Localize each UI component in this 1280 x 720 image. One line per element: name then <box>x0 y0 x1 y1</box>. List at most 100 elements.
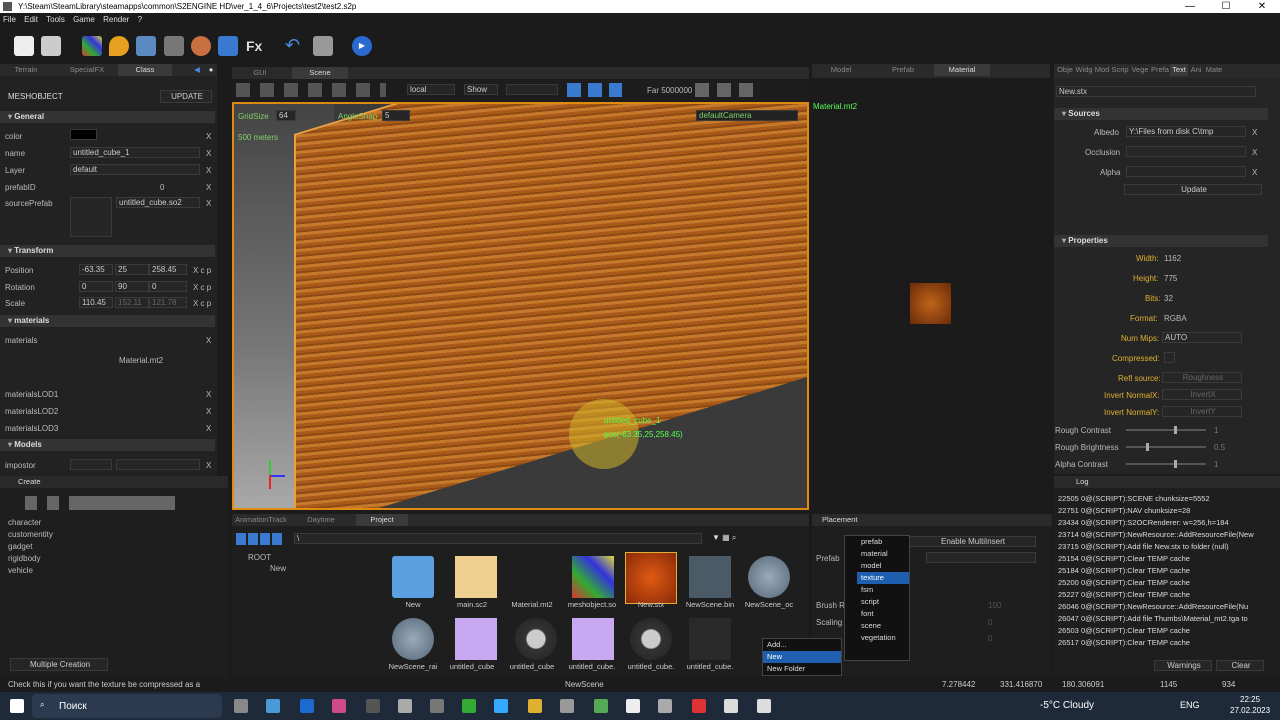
rotation-x[interactable]: 0 <box>79 281 113 292</box>
transform-tool-icons[interactable] <box>236 83 386 97</box>
layer-select[interactable]: default <box>70 164 200 175</box>
weather-label[interactable]: -5°C Cloudy <box>1040 700 1094 711</box>
menu-edit[interactable]: Edit <box>24 15 38 24</box>
update-button[interactable]: UPDATE <box>160 90 212 103</box>
submenu-material[interactable]: material <box>857 548 909 560</box>
filter-icon[interactable]: ▼ ▦ ⌕ <box>712 533 756 545</box>
scene-viewport[interactable]: GridSize 64 AngleSnap 5 500 meters defau… <box>232 102 809 510</box>
tab-material[interactable]: Material <box>934 64 990 76</box>
camera-select[interactable]: defaultCamera <box>696 110 798 121</box>
prefab-thumbnail[interactable] <box>70 197 112 237</box>
panel-close-icon[interactable]: ● <box>206 64 216 76</box>
section-general[interactable]: General <box>0 111 215 123</box>
section-models[interactable]: Models <box>0 439 215 451</box>
sourceprefab-field[interactable]: untitled_cube.so2 <box>116 197 200 208</box>
app-icon[interactable] <box>757 699 771 713</box>
scale-reset-icon[interactable]: X c p <box>193 299 211 308</box>
wheel-thumb[interactable] <box>515 618 557 660</box>
clear-impostor-icon[interactable]: X <box>206 461 211 470</box>
clear-occlusion-icon[interactable]: X <box>1252 148 1257 157</box>
selected-cube-mesh[interactable] <box>294 104 807 508</box>
language-label[interactable]: ENG <box>1180 700 1200 710</box>
submenu-fsm[interactable]: fsm <box>857 584 909 596</box>
tab-prefab[interactable]: Prefab <box>882 64 924 76</box>
clear-alpha-icon[interactable]: X <box>1252 168 1257 177</box>
menu-game[interactable]: Game <box>73 15 95 24</box>
position-y[interactable]: 25 <box>115 264 149 275</box>
section-transform[interactable]: Transform <box>0 245 215 257</box>
submenu-texture[interactable]: texture <box>857 572 909 584</box>
tree-folder-new[interactable]: New <box>270 564 286 573</box>
location-pin-icon[interactable] <box>109 36 129 56</box>
save-icon[interactable] <box>41 36 61 56</box>
position-x[interactable]: -63.35 <box>79 264 113 275</box>
texture-thumb[interactable] <box>625 552 677 604</box>
clear-color-icon[interactable]: X <box>206 132 211 141</box>
tab-animation[interactable]: Ani <box>1188 64 1204 76</box>
clear-log-button[interactable]: Clear <box>1216 660 1264 671</box>
create-item-gadget[interactable]: gadget <box>8 542 32 551</box>
tab-prev-icon[interactable]: ◀ <box>192 64 202 76</box>
cube-icon[interactable] <box>82 36 102 56</box>
rotation-y[interactable]: 90 <box>115 281 149 292</box>
app-icon[interactable] <box>658 699 672 713</box>
app-icon[interactable] <box>366 699 380 713</box>
section-materials[interactable]: materials <box>0 315 215 327</box>
material-item[interactable]: Material.mt2 <box>119 356 163 365</box>
texture-file-field[interactable]: New.stx <box>1056 86 1256 97</box>
prefab-field[interactable] <box>926 552 1036 563</box>
file-icon[interactable] <box>572 618 614 660</box>
gridsize-select[interactable]: 64 <box>276 110 296 121</box>
position-z[interactable]: 258.45 <box>149 264 187 275</box>
menu-tools[interactable]: Tools <box>46 15 65 24</box>
terrain-icon[interactable] <box>136 36 156 56</box>
create-item-character[interactable]: character <box>8 518 41 527</box>
search-box[interactable]: ⌕ Поиск <box>32 694 222 718</box>
tab-prefab-i[interactable]: Prefa <box>1150 64 1170 76</box>
app-icon[interactable] <box>724 699 738 713</box>
clear-lod3-icon[interactable]: X <box>206 424 211 433</box>
tree-root[interactable]: ROOT <box>248 553 271 562</box>
clear-layer-icon[interactable]: X <box>206 166 211 175</box>
submenu-vegetation[interactable]: vegetation <box>857 632 909 644</box>
clear-prefabid-icon[interactable]: X <box>206 183 211 192</box>
tab-widget[interactable]: Widg <box>1074 64 1094 76</box>
warnings-select[interactable]: Warnings <box>1154 660 1212 671</box>
app-icon[interactable] <box>494 699 508 713</box>
app-icon[interactable] <box>626 699 640 713</box>
minimize-button[interactable]: — <box>1172 0 1208 13</box>
menu-add[interactable]: Add... <box>763 639 841 651</box>
folder-icon[interactable] <box>528 699 542 713</box>
menu-new[interactable]: New <box>763 651 841 663</box>
clock-time[interactable]: 22:25 <box>1240 695 1260 704</box>
tab-daytime[interactable]: Daytime <box>302 514 340 526</box>
anglesnap-select[interactable]: 5 <box>382 110 410 121</box>
tab-animationtrack[interactable]: AnimationTrack <box>232 514 290 526</box>
project-path-field[interactable]: \ <box>294 533 702 544</box>
albedo-field[interactable]: Y:\Files from disk C\tmp <box>1126 126 1246 137</box>
position-reset-icon[interactable]: X c p <box>193 266 211 275</box>
app-icon[interactable] <box>692 699 706 713</box>
submenu-font[interactable]: font <box>857 608 909 620</box>
wheel-thumb[interactable] <box>630 618 672 660</box>
rotation-reset-icon[interactable]: X c p <box>193 283 211 292</box>
color-swatch[interactable] <box>70 129 97 140</box>
space-select[interactable]: local <box>407 84 455 95</box>
tab-texture[interactable]: Text <box>1170 64 1188 76</box>
nummips-select[interactable]: AUTO <box>1162 332 1242 343</box>
rough-brightness-slider[interactable] <box>1126 443 1206 451</box>
layer-dropdown[interactable] <box>506 84 558 95</box>
file-icon[interactable] <box>455 618 497 660</box>
clear-lod2-icon[interactable]: X <box>206 407 211 416</box>
tab-object[interactable]: Obje <box>1056 64 1074 76</box>
submenu-scene[interactable]: scene <box>857 620 909 632</box>
create-toolbar-icons[interactable] <box>25 496 175 510</box>
occlusion-field[interactable] <box>1126 146 1246 157</box>
multiple-creation-button[interactable]: Multiple Creation <box>10 658 108 671</box>
tab-specialfx[interactable]: SpecialFX <box>62 64 112 76</box>
create-item-rigidbody[interactable]: rigidbody <box>8 554 40 563</box>
menu-new-folder[interactable]: New Folder <box>763 663 841 675</box>
app-icon[interactable] <box>398 699 412 713</box>
mail-icon[interactable] <box>300 699 314 713</box>
play-icon[interactable]: ▶ <box>352 36 372 56</box>
